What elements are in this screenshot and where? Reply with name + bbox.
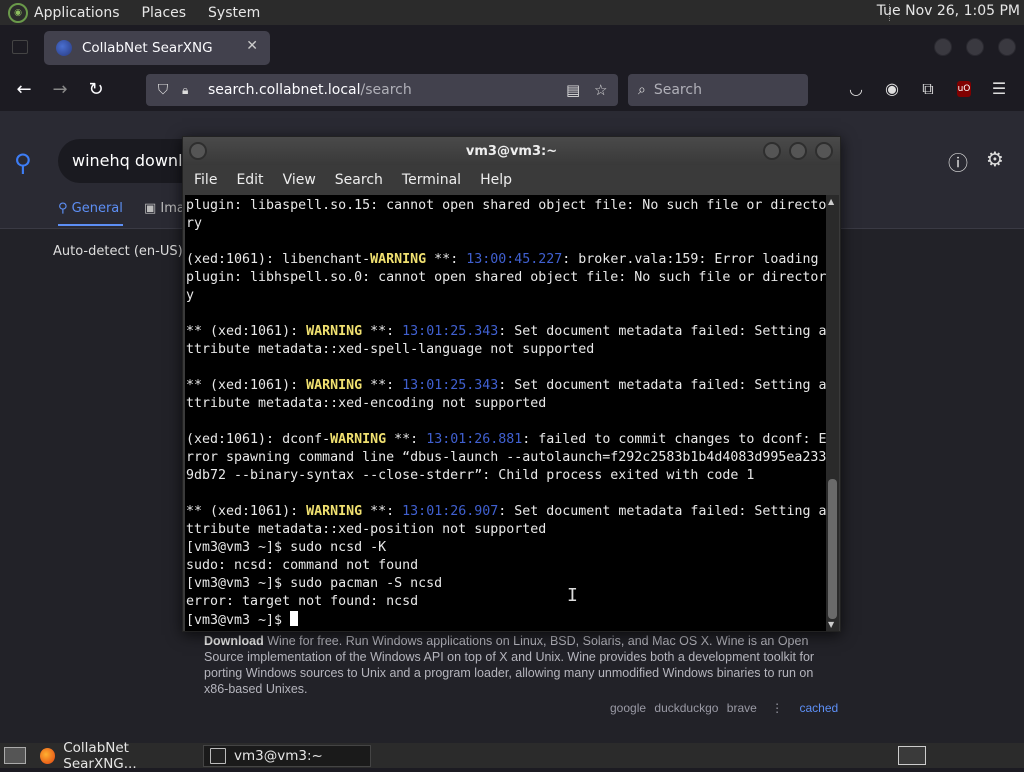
reader-view-icon[interactable]: ▤ (566, 81, 580, 99)
url-bar[interactable]: ⛉ 🔒︎ search.collabnet.local/search ▤ ☆ (146, 74, 618, 106)
engine-brave: brave (726, 701, 757, 715)
terminal-line: [vm3@vm3 ~]$ (186, 611, 826, 629)
tab-bar: CollabNet SearXNG ✕ (0, 25, 1024, 70)
menu-file[interactable]: File (194, 172, 217, 188)
taskbar-item-firefox[interactable]: CollabNet SearXNG... (34, 740, 200, 772)
terminal-line: sudo: ncsd: command not found (186, 558, 419, 573)
tab-searxng[interactable]: CollabNet SearXNG ✕ (44, 31, 270, 65)
bottom-panel: CollabNet SearXNG... vm3@vm3:~ (0, 740, 1024, 772)
terminal-title: vm3@vm3:~ (465, 144, 558, 159)
clock[interactable]: Tue Nov 26, 1:05 PM (877, 3, 1020, 19)
terminal-line: plugin: libaspell.so.15: cannot open sha… (186, 198, 826, 213)
terminal-line: ** (xed:1061): WARNING **: 13:01:25.343:… (186, 378, 826, 393)
shield-icon[interactable]: ⛉ (154, 82, 172, 98)
reload-icon[interactable]: ↻ (84, 78, 108, 102)
terminal-minimize-button[interactable] (763, 142, 781, 160)
account-icon[interactable]: ◉ (881, 78, 903, 100)
lock-icon[interactable]: 🔒︎ (182, 83, 196, 98)
taskbar-item-terminal[interactable]: vm3@vm3:~ (203, 745, 371, 767)
maximize-button[interactable] (966, 38, 984, 56)
search-bar[interactable]: ⌕ Search (628, 74, 808, 106)
bookmark-star-icon[interactable]: ☆ (594, 81, 607, 99)
tab-title: CollabNet SearXNG (82, 40, 213, 56)
menu-system[interactable]: System (208, 5, 260, 21)
tab-images[interactable]: ▣ Ima (144, 201, 185, 216)
cached-link[interactable]: cached (800, 701, 839, 715)
terminal-line: ttribute metadata::xed-encoding not supp… (186, 396, 547, 411)
menu-applications[interactable]: Applications (34, 5, 120, 21)
scroll-up-icon[interactable]: ▲ (828, 197, 834, 206)
searxng-logo-icon[interactable]: ⚲ (14, 149, 42, 177)
engine-google: google (610, 701, 647, 715)
terminal-line: y (186, 288, 195, 303)
minimize-button[interactable] (934, 38, 952, 56)
hamburger-menu-icon[interactable]: ☰ (988, 78, 1010, 100)
terminal-titlebar[interactable]: vm3@vm3:~ (183, 137, 840, 165)
terminal-line: ttribute metadata::xed-position not supp… (186, 522, 547, 537)
search-icon: ⌕ (638, 82, 646, 98)
tab-general[interactable]: ⚲ General (58, 201, 123, 226)
terminal-line: (xed:1061): dconf-WARNING **: 13:01:26.8… (186, 432, 826, 447)
terminal-icon (210, 748, 226, 764)
pocket-icon[interactable]: ◡ (845, 78, 867, 100)
url-text[interactable]: search.collabnet.local/search (208, 82, 412, 98)
nav-bar: ← → ↻ ⛉ 🔒︎ search.collabnet.local/search… (0, 70, 1024, 110)
terminal-line: (xed:1061): libenchant-WARNING **: 13:00… (186, 252, 819, 267)
terminal-line: plugin: libhspell.so.0: cannot open shar… (186, 270, 826, 285)
mint-logo-icon[interactable]: ◉ (8, 2, 28, 23)
back-arrow-icon[interactable]: ← (12, 78, 36, 102)
terminal-window: vm3@vm3:~ File Edit View Search Terminal… (182, 136, 841, 632)
terminal-output[interactable]: plugin: libaspell.so.15: cannot open sha… (185, 195, 826, 631)
terminal-line: [vm3@vm3 ~]$ sudo pacman -S ncsd (186, 576, 443, 591)
mouse-ibeam-cursor-icon: I (567, 585, 578, 606)
menu-terminal[interactable]: Terminal (402, 172, 461, 188)
ublock-origin-icon[interactable]: uO (957, 81, 971, 97)
menu-help[interactable]: Help (480, 172, 512, 188)
gear-icon[interactable]: ⚙ (986, 147, 1004, 171)
terminal-line: [vm3@vm3 ~]$ sudo ncsd -K (186, 540, 387, 555)
scroll-down-icon[interactable]: ▼ (828, 620, 834, 629)
scrollbar-thumb[interactable] (828, 479, 837, 619)
terminal-close-button[interactable] (815, 142, 833, 160)
searxng-favicon-icon (56, 40, 72, 56)
terminal-scrollbar[interactable]: ▲ ▼ (826, 195, 839, 631)
engine-duckduckgo: duckduckgo (654, 701, 719, 715)
terminal-menubar: File Edit View Search Terminal Help (183, 165, 840, 195)
menu-search[interactable]: Search (335, 172, 383, 188)
result-snippet: Download Wine for free. Run Windows appl… (204, 634, 815, 696)
terminal-line: ** (xed:1061): WARNING **: 13:01:26.907:… (186, 504, 826, 519)
terminal-maximize-button[interactable] (789, 142, 807, 160)
workspace-switcher[interactable] (898, 746, 926, 765)
terminal-line: ttribute metadata::xed-spell-language no… (186, 342, 595, 357)
terminal-line: 9db72 --binary-syntax --close-stderr”: C… (186, 468, 755, 483)
top-panel: ◉ Applications Places System Tue Nov 26,… (0, 0, 1024, 25)
info-icon[interactable]: ⓘ (948, 147, 968, 176)
firefox-icon (40, 748, 56, 764)
show-desktop-icon[interactable] (4, 747, 26, 764)
menu-edit[interactable]: Edit (236, 172, 263, 188)
result-engines: google duckduckgo brave ⋮ cached (610, 701, 839, 715)
terminal-line: ry (186, 216, 203, 231)
tab-close-icon[interactable]: ✕ (246, 38, 258, 54)
search-placeholder: Search (653, 82, 702, 98)
menu-places[interactable]: Places (142, 5, 187, 21)
forward-arrow-icon[interactable]: → (48, 78, 72, 102)
terminal-line: ** (xed:1061): WARNING **: 13:01:25.343:… (186, 324, 826, 339)
close-window-button[interactable] (998, 38, 1016, 56)
terminal-line: rror spawning command line “dbus-launch … (186, 450, 826, 465)
menu-view[interactable]: View (283, 172, 316, 188)
terminal-menu-button[interactable] (189, 142, 207, 160)
tab-overview-icon[interactable] (12, 40, 28, 54)
terminal-line: error: target not found: ncsd (186, 594, 419, 609)
language-autodetect[interactable]: Auto-detect (en-US) (53, 244, 183, 259)
extensions-icon[interactable]: ⧉ (917, 78, 939, 100)
terminal-cursor (290, 611, 299, 626)
